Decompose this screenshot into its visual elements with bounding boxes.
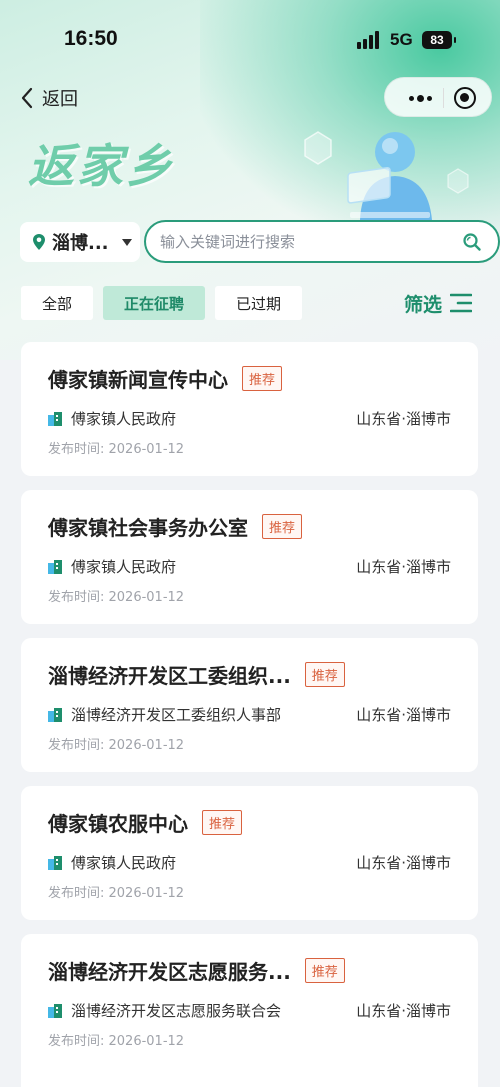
job-card[interactable]: 傅家镇社会事务办公室 推荐 傅家镇人民政府 山东省·淄博市 发布时间: 2026… — [21, 490, 478, 624]
location-label: 淄博... — [52, 233, 109, 254]
card-org-row: 淄博经济开发区志愿服务联合会 — [48, 1000, 281, 1021]
person-illustration-icon — [304, 131, 469, 220]
filter-button[interactable]: 筛选 — [404, 288, 473, 318]
card-title: 傅家镇农服中心 — [48, 812, 188, 836]
building-icon — [48, 559, 62, 574]
tab-expired[interactable]: 已过期 — [215, 286, 302, 320]
card-title: 淄博经济开发区工委组织... — [48, 664, 291, 688]
card-title-row: 傅家镇农服中心 推荐 — [48, 808, 243, 837]
status-bar: 16:50 5G 83 — [0, 0, 500, 80]
card-region: 山东省·淄博市 — [356, 558, 451, 576]
job-card[interactable]: 淄博经济开发区工委组织... 推荐 淄博经济开发区工委组织人事部 山东省·淄博市… — [21, 638, 478, 772]
search-box — [144, 220, 500, 263]
search-input[interactable] — [160, 232, 450, 251]
card-publish-date: 发布时间: 2026-01-12 — [48, 442, 185, 457]
card-organization: 淄博经济开发区志愿服务联合会 — [71, 1002, 282, 1020]
building-icon — [48, 1003, 62, 1018]
card-organization: 淄博经济开发区工委组织人事部 — [71, 706, 282, 724]
capsule-divider — [443, 88, 444, 108]
card-title-row: 淄博经济开发区志愿服务... 推荐 — [48, 956, 345, 985]
recommend-badge: 推荐 — [202, 810, 243, 835]
status-time: 16:50 — [64, 27, 118, 50]
building-icon — [48, 411, 62, 426]
job-card[interactable]: 傅家镇新闻宣传中心 推荐 傅家镇人民政府 山东省·淄博市 发布时间: 2026-… — [21, 342, 478, 476]
card-title: 淄博经济开发区志愿服务... — [48, 960, 291, 984]
card-org-row: 淄博经济开发区工委组织人事部 — [48, 704, 281, 725]
card-organization: 傅家镇人民政府 — [71, 854, 177, 872]
card-publish-date: 发布时间: 2026-01-12 — [48, 590, 185, 605]
miniprogram-capsule — [384, 77, 492, 117]
building-icon — [48, 855, 62, 870]
card-organization: 傅家镇人民政府 — [71, 410, 177, 428]
tab-all[interactable]: 全部 — [21, 286, 93, 320]
card-title: 傅家镇新闻宣传中心 — [48, 368, 228, 392]
chevron-down-icon — [122, 239, 132, 246]
battery-icon: 83 — [422, 31, 456, 49]
card-region: 山东省·淄博市 — [356, 706, 451, 724]
filter-label: 筛选 — [404, 293, 443, 316]
building-icon — [48, 707, 62, 722]
tab-recruiting[interactable]: 正在征聘 — [103, 286, 205, 320]
card-publish-date: 发布时间: 2026-01-12 — [48, 1034, 185, 1049]
card-org-row: 傅家镇人民政府 — [48, 556, 176, 577]
card-region: 山东省·淄博市 — [356, 854, 451, 872]
location-pin-icon — [33, 234, 45, 250]
card-org-row: 傅家镇人民政府 — [48, 852, 176, 873]
search-icon[interactable] — [462, 232, 482, 252]
job-card[interactable]: 傅家镇农服中心 推荐 傅家镇人民政府 山东省·淄博市 发布时间: 2026-01… — [21, 786, 478, 920]
filter-icon — [450, 293, 473, 313]
location-select[interactable]: 淄博... — [20, 222, 140, 262]
chevron-left-icon — [21, 87, 33, 109]
card-title-row: 傅家镇新闻宣传中心 推荐 — [48, 364, 283, 393]
card-publish-date: 发布时间: 2026-01-12 — [48, 738, 185, 753]
card-title-row: 傅家镇社会事务办公室 推荐 — [48, 512, 303, 541]
card-region: 山东省·淄博市 — [356, 410, 451, 428]
card-region: 山东省·淄博市 — [356, 1002, 451, 1020]
recommend-badge: 推荐 — [304, 958, 345, 983]
card-title-row: 淄博经济开发区工委组织... 推荐 — [48, 660, 345, 689]
card-organization: 傅家镇人民政府 — [71, 558, 177, 576]
recommend-badge: 推荐 — [242, 366, 283, 391]
close-miniprogram-icon[interactable] — [454, 87, 476, 109]
back-button[interactable]: 返回 — [20, 84, 78, 112]
banner-title: 返家乡 — [28, 139, 175, 193]
back-label: 返回 — [42, 89, 78, 110]
signal-icon — [357, 31, 383, 49]
recommend-badge: 推荐 — [262, 514, 303, 539]
recommend-badge: 推荐 — [304, 662, 345, 687]
job-card[interactable]: 淄博经济开发区志愿服务... 推荐 淄博经济开发区志愿服务联合会 山东省·淄博市… — [21, 934, 478, 1087]
card-org-row: 傅家镇人民政府 — [48, 408, 176, 429]
card-publish-date: 发布时间: 2026-01-12 — [48, 886, 185, 901]
card-title: 傅家镇社会事务办公室 — [48, 516, 248, 540]
network-type: 5G — [390, 30, 413, 49]
more-icon[interactable] — [401, 78, 439, 118]
